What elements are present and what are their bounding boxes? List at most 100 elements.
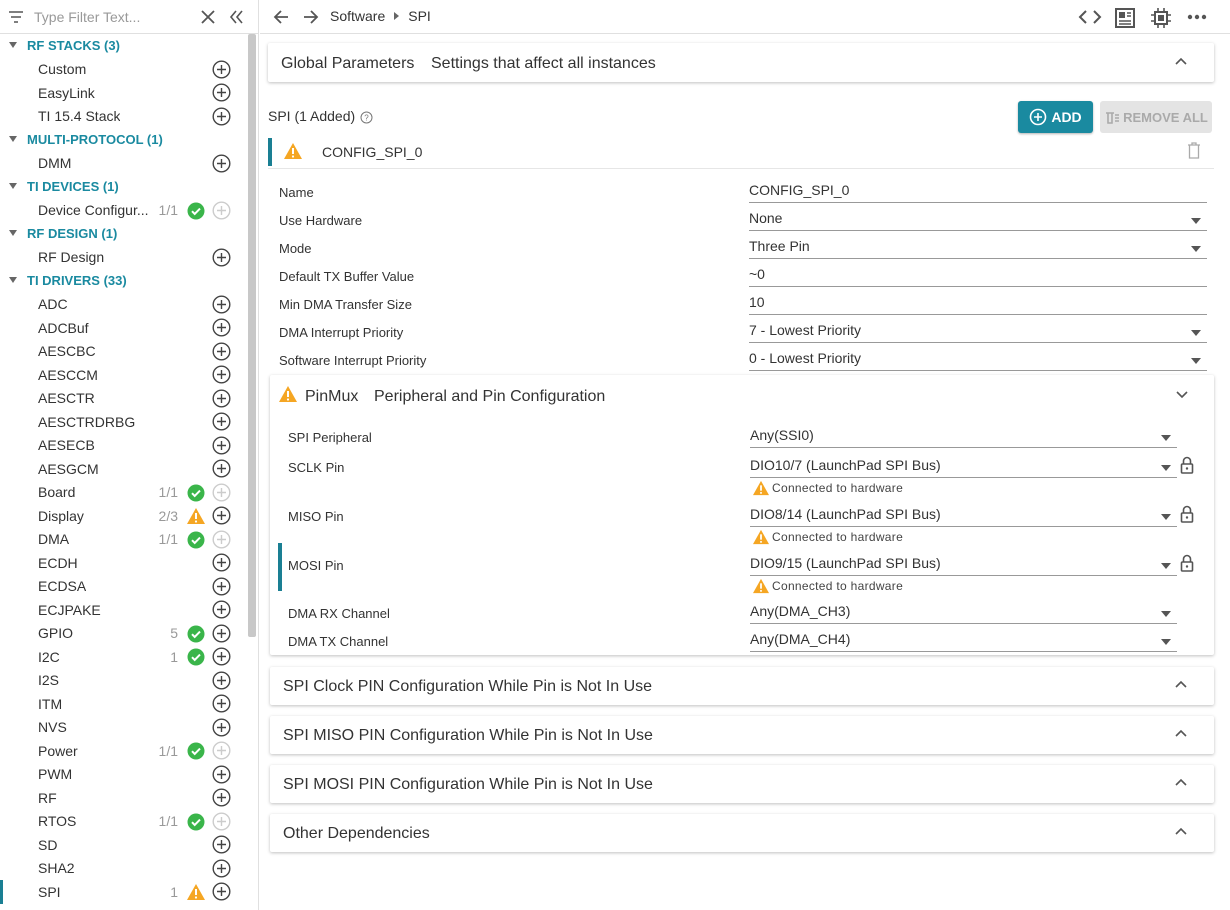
more-options-icon[interactable]: [1186, 7, 1208, 27]
add-instance-icon[interactable]: [212, 459, 231, 478]
tree-item[interactable]: Device Configur... 1/1: [0, 199, 248, 223]
code-view-icon[interactable]: [1078, 7, 1102, 27]
tree-item[interactable]: RTOS 1/1: [0, 810, 248, 834]
collapsed-section[interactable]: SPI MISO PIN Configuration While Pin is …: [270, 716, 1214, 754]
tree-item[interactable]: EasyLink: [0, 81, 248, 105]
add-instance-icon[interactable]: [212, 435, 231, 455]
add-instance-icon[interactable]: [212, 717, 231, 737]
pin-select[interactable]: Any(SSI0): [750, 426, 1177, 448]
chevron-up-icon[interactable]: [1174, 727, 1188, 741]
tree-item[interactable]: I2C 1: [0, 645, 248, 669]
add-instance-icon[interactable]: [212, 200, 231, 220]
add-instance-icon[interactable]: [212, 576, 231, 596]
global-parameters-panel[interactable]: Global Parameters Settings that affect a…: [268, 43, 1214, 82]
tree-group[interactable]: RF STACKS (3): [0, 34, 248, 58]
tree-item[interactable]: AESCCM: [0, 363, 248, 387]
add-instance-icon[interactable]: [212, 341, 231, 361]
tree-item[interactable]: Board 1/1: [0, 481, 248, 505]
tree-group[interactable]: RF DESIGN (1): [0, 222, 248, 246]
caret-down-icon[interactable]: [9, 277, 17, 283]
chevron-down-icon[interactable]: [1175, 387, 1189, 401]
clear-filter-icon[interactable]: [200, 8, 216, 26]
tree-item[interactable]: AESCTR: [0, 387, 248, 411]
tree-item[interactable]: DMM: [0, 152, 248, 176]
tree-item[interactable]: SPI 1: [0, 880, 248, 904]
collapse-sidebar-icon[interactable]: [228, 8, 244, 26]
tree-item[interactable]: ECJPAKE: [0, 598, 248, 622]
add-instance-icon[interactable]: [212, 83, 231, 102]
add-instance-icon[interactable]: [212, 106, 231, 126]
tree-item[interactable]: TI 15.4 Stack: [0, 105, 248, 129]
back-arrow-icon[interactable]: [272, 7, 292, 27]
add-button[interactable]: ADD: [1018, 101, 1093, 133]
help-icon[interactable]: ?: [360, 111, 373, 124]
device-view-icon[interactable]: [1150, 7, 1172, 29]
add-instance-icon[interactable]: [212, 529, 231, 549]
tree-item[interactable]: AESGCM: [0, 457, 248, 481]
add-instance-icon[interactable]: [212, 882, 231, 901]
tree-item[interactable]: AESCBC: [0, 340, 248, 364]
pin-select[interactable]: Any(DMA_CH3): [750, 602, 1177, 624]
tree-group[interactable]: TI DRIVERS (33): [0, 269, 248, 293]
caret-down-icon[interactable]: [9, 42, 17, 48]
collapsed-section[interactable]: SPI MOSI PIN Configuration While Pin is …: [270, 765, 1214, 803]
lock-icon[interactable]: [1180, 505, 1194, 523]
sidebar-scrollbar[interactable]: [248, 34, 256, 637]
tree-item[interactable]: ADCBuf: [0, 316, 248, 340]
tree-item[interactable]: AESECB: [0, 434, 248, 458]
add-instance-icon[interactable]: [212, 294, 231, 314]
tree-item[interactable]: Custom: [0, 58, 248, 82]
add-instance-icon[interactable]: [212, 388, 231, 408]
tree-item[interactable]: I2S: [0, 669, 248, 693]
tree-item[interactable]: DMA 1/1: [0, 528, 248, 552]
add-instance-icon[interactable]: [212, 153, 231, 173]
add-instance-icon[interactable]: [212, 694, 231, 713]
tree-item[interactable]: RF: [0, 786, 248, 810]
pin-select[interactable]: Any(DMA_CH4): [750, 630, 1177, 652]
add-instance-icon[interactable]: [212, 506, 231, 525]
add-instance-icon[interactable]: [212, 858, 231, 878]
tree-item[interactable]: SHA2: [0, 857, 248, 881]
add-instance-icon[interactable]: [212, 741, 231, 760]
filter-input[interactable]: [34, 5, 184, 29]
collapsed-section[interactable]: Other Dependencies: [270, 814, 1214, 852]
chevron-up-icon[interactable]: [1174, 825, 1188, 839]
instance-header[interactable]: CONFIG_SPI_0: [268, 135, 1214, 169]
add-instance-icon[interactable]: [212, 482, 231, 502]
tree-item[interactable]: ECDSA: [0, 575, 248, 599]
add-instance-icon[interactable]: [212, 647, 231, 666]
remove-all-button[interactable]: REMOVE ALL: [1100, 101, 1212, 133]
add-instance-icon[interactable]: [212, 365, 231, 384]
add-instance-icon[interactable]: [212, 835, 231, 854]
add-instance-icon[interactable]: [212, 788, 231, 807]
tree-item[interactable]: ECDH: [0, 551, 248, 575]
tree-item[interactable]: Display 2/3: [0, 504, 248, 528]
add-instance-icon[interactable]: [212, 553, 231, 572]
param-input[interactable]: CONFIG_SPI_0: [749, 181, 1207, 203]
collapsed-section[interactable]: SPI Clock PIN Configuration While Pin is…: [270, 667, 1214, 705]
pin-select[interactable]: DIO8/14 (LaunchPad SPI Bus): [750, 505, 1177, 527]
add-instance-icon[interactable]: [212, 764, 231, 784]
caret-down-icon[interactable]: [9, 136, 17, 142]
tree-group[interactable]: TI DEVICES (1): [0, 175, 248, 199]
param-input[interactable]: ~0: [749, 265, 1207, 287]
add-instance-icon[interactable]: [212, 670, 231, 690]
tree-item[interactable]: SD: [0, 833, 248, 857]
add-instance-icon[interactable]: [212, 811, 231, 831]
add-instance-icon[interactable]: [212, 412, 231, 431]
lock-icon[interactable]: [1180, 456, 1194, 474]
param-select[interactable]: 0 - Lowest Priority: [749, 349, 1207, 371]
tree-item[interactable]: Power 1/1: [0, 739, 248, 763]
param-input[interactable]: 10: [749, 293, 1207, 315]
param-select[interactable]: 7 - Lowest Priority: [749, 321, 1207, 343]
caret-down-icon[interactable]: [9, 230, 17, 236]
add-instance-icon[interactable]: [212, 623, 231, 643]
tree-item[interactable]: PWM: [0, 763, 248, 787]
add-instance-icon[interactable]: [212, 600, 231, 619]
tree-item[interactable]: GPIO 5: [0, 622, 248, 646]
chevron-up-icon[interactable]: [1174, 55, 1188, 69]
add-instance-icon[interactable]: [212, 318, 231, 337]
tree-item[interactable]: ADC: [0, 293, 248, 317]
add-instance-icon[interactable]: [212, 247, 231, 267]
tree-group[interactable]: MULTI-PROTOCOL (1): [0, 128, 248, 152]
